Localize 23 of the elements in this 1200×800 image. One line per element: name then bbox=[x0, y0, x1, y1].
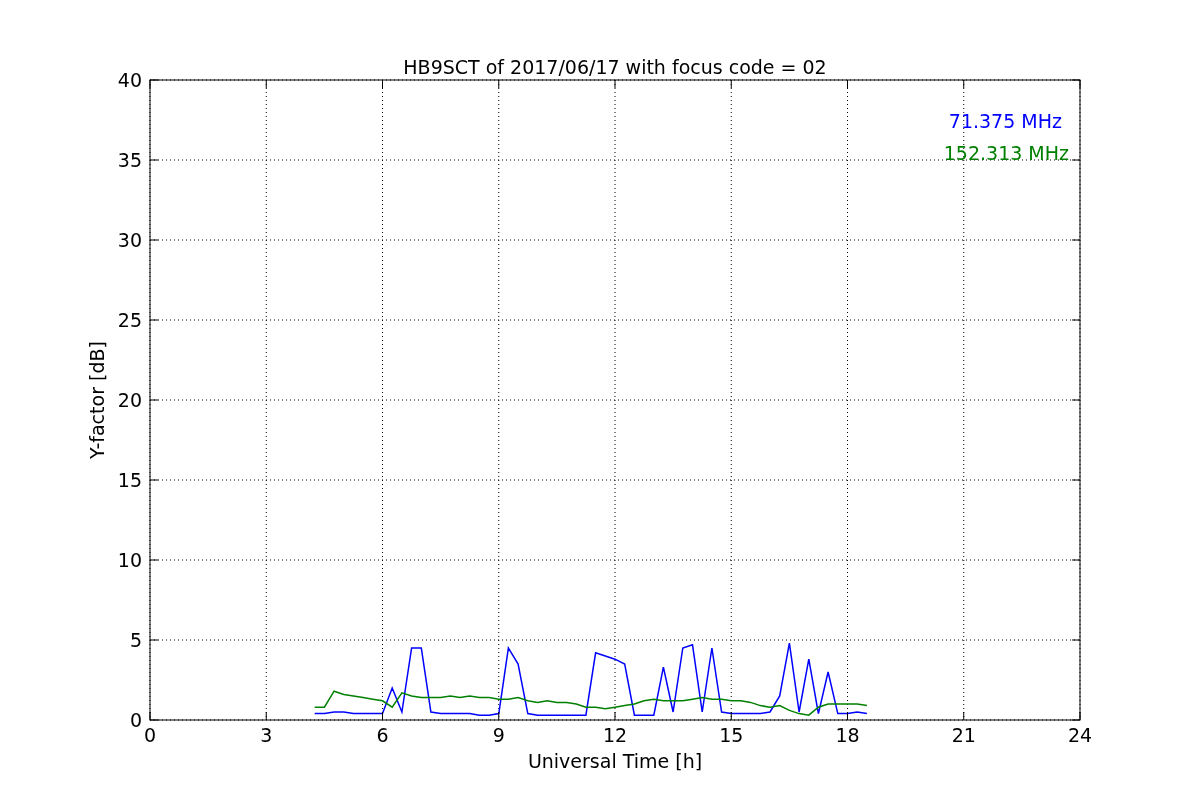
y-axis-label: Y-factor [dB] bbox=[86, 341, 108, 459]
y-tick-label: 10 bbox=[117, 549, 142, 571]
y-tick-label: 35 bbox=[117, 149, 142, 171]
y-tick-label: 20 bbox=[117, 389, 142, 411]
y-tick-label: 25 bbox=[117, 309, 142, 331]
x-tick-label: 0 bbox=[143, 724, 157, 746]
x-tick-label: 3 bbox=[260, 724, 273, 746]
y-tick-label: 15 bbox=[117, 469, 142, 491]
x-tick-label: 12 bbox=[602, 724, 628, 746]
legend-label: 152.313 MHz bbox=[943, 142, 1069, 164]
y-tick-label: 40 bbox=[117, 69, 142, 91]
y-tick-label: 0 bbox=[129, 709, 142, 731]
legend-label: 71.375 MHz bbox=[948, 110, 1062, 132]
y-tick-label: 5 bbox=[129, 629, 142, 651]
x-axis-label: Universal Time [h] bbox=[527, 750, 703, 772]
x-tick-label: 15 bbox=[719, 724, 744, 746]
x-tick-label: 9 bbox=[492, 724, 505, 746]
x-tick-label: 18 bbox=[835, 724, 860, 746]
x-tick-label: 24 bbox=[1067, 724, 1093, 746]
x-tick-label: 21 bbox=[951, 724, 976, 746]
y-tick-label: 30 bbox=[117, 229, 142, 251]
chart-title: HB9SCT of 2017/06/17 with focus code = 02 bbox=[403, 56, 827, 78]
x-tick-label: 6 bbox=[376, 724, 389, 746]
